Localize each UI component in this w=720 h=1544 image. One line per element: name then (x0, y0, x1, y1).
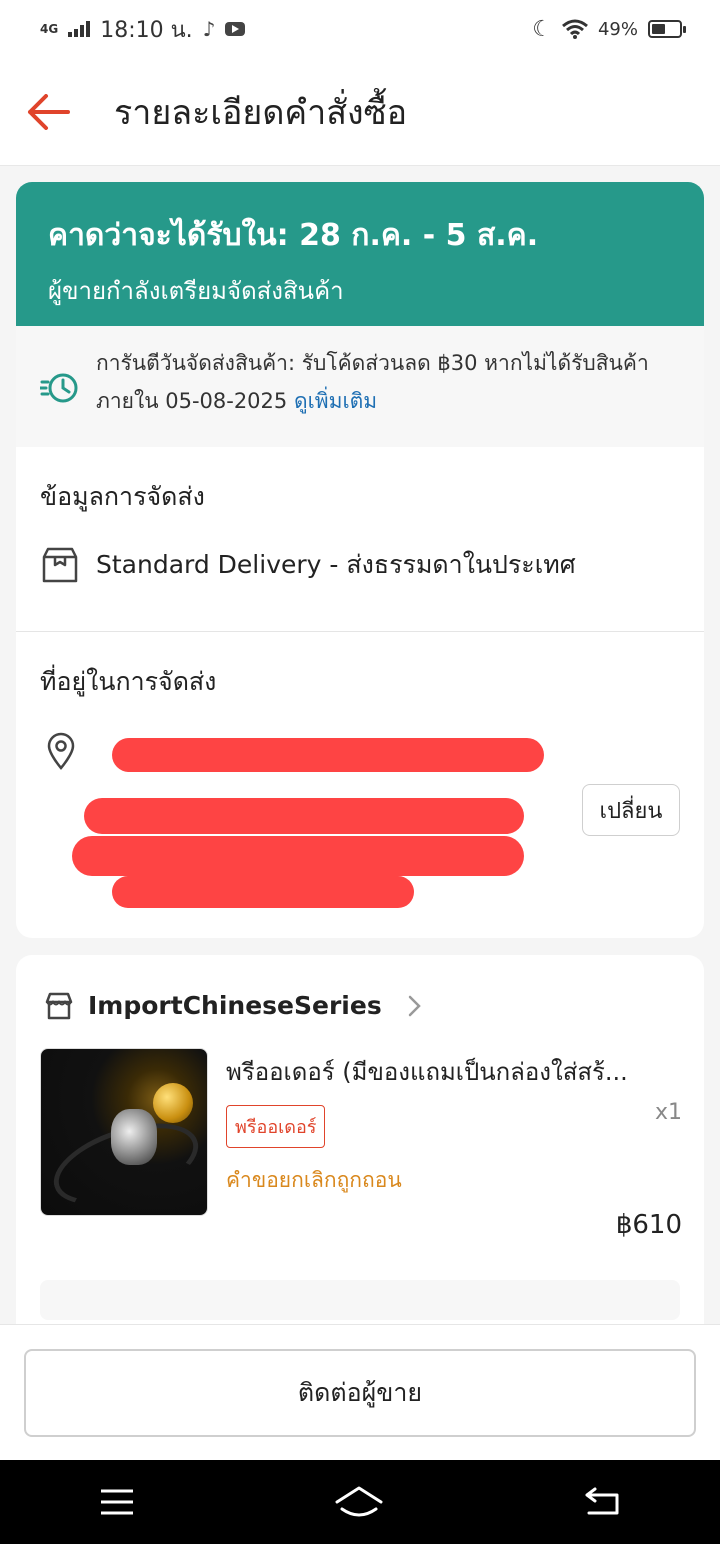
clock: 18:10 น. (100, 17, 193, 43)
status-left: 4G 18:10 น. ♪ (40, 12, 246, 47)
menu-icon[interactable] (99, 1488, 135, 1516)
shipping-info-title: ข้อมูลการจัดส่ง (40, 482, 205, 511)
shipping-info-section: ข้อมูลการจัดส่ง Standard Delivery - ส่งธ… (16, 447, 704, 631)
product-price: ฿610 (615, 1210, 682, 1240)
shop-order-card: ImportChineseSeries พรีออเดอร์ (มีของแถม… (16, 955, 704, 1335)
product-name: พรีออเดอร์ (มีของแถมเป็นกล่องใส่สร้... (226, 1058, 628, 1086)
page-title: รายละเอียดคำสั่งซื้อ (114, 92, 408, 133)
redaction-mark (112, 876, 414, 908)
address-section: ที่อยู่ในการจัดส่ง (16, 632, 704, 702)
product-guarantee-peek (40, 1280, 680, 1320)
package-icon (42, 547, 78, 583)
chevron-right-icon (408, 995, 421, 1016)
delivery-method: Standard Delivery - ส่งธรรมดาในประเทศ (96, 550, 576, 579)
battery-percent: 49% (597, 18, 638, 40)
eta-date: คาดว่าจะได้รับใน: 28 ก.ค. - 5 ส.ค. (48, 218, 539, 253)
cancel-request-status: คำขอยกเลิกถูกถอน (226, 1168, 402, 1192)
youtube-icon (225, 22, 246, 36)
shop-icon (45, 992, 73, 1019)
shop-name: ImportChineseSeries (88, 991, 382, 1020)
product-image-detail (111, 1109, 157, 1165)
delivery-method-row: Standard Delivery - ส่งธรรมดาในประเทศ (40, 545, 680, 585)
eta-status: ผู้ขายกำลังเตรียมจัดส่งสินค้า (48, 277, 344, 305)
see-more-link[interactable]: ดูเพิ่มเติม (294, 389, 377, 413)
battery-icon (648, 20, 686, 38)
location-pin-icon (47, 732, 75, 770)
redaction-mark (84, 798, 524, 834)
change-address-button[interactable]: เปลี่ยน (582, 784, 680, 836)
guarantee-text: การันตีวันจัดส่งสินค้า: รับโค้ดส่วนลด ฿3… (96, 344, 674, 427)
back-button[interactable] (0, 58, 96, 166)
bottom-action-bar: ติดต่อผู้ขาย (0, 1324, 720, 1460)
product-image-detail (153, 1083, 193, 1123)
signal-icon (68, 21, 91, 37)
back-arrow-icon (28, 93, 70, 130)
address-block: เปลี่ยน (16, 732, 704, 922)
address-title: ที่อยู่ในการจัดส่ง (40, 667, 217, 696)
shop-header[interactable]: ImportChineseSeries (16, 955, 704, 1020)
product-quantity: x1 (654, 1100, 682, 1125)
moon-icon: ☾ (532, 16, 552, 42)
product-info: พรีออเดอร์ (มีของแถมเป็นกล่องใส่สร้... พ… (226, 1048, 682, 1280)
app-header: รายละเอียดคำสั่งซื้อ (0, 58, 720, 166)
product-item[interactable]: พรีออเดอร์ (มีของแถมเป็นกล่องใส่สร้... พ… (16, 1020, 704, 1280)
home-icon[interactable] (334, 1485, 384, 1519)
network-type: 4G (40, 22, 59, 36)
redaction-mark (72, 836, 524, 876)
preorder-tag: พรีออเดอร์ (226, 1105, 326, 1148)
order-status-card: คาดว่าจะได้รับใน: 28 ก.ค. - 5 ส.ค. ผู้ขา… (16, 182, 704, 938)
system-nav-bar (0, 1460, 720, 1544)
delivery-guarantee: การันตีวันจัดส่งสินค้า: รับโค้ดส่วนลด ฿3… (16, 326, 704, 447)
tiktok-icon: ♪ (202, 17, 216, 41)
contact-seller-button[interactable]: ติดต่อผู้ขาย (24, 1349, 696, 1437)
product-thumbnail (40, 1048, 208, 1216)
status-bar: 4G 18:10 น. ♪ ☾ 49% (0, 0, 720, 58)
eta-banner: คาดว่าจะได้รับใน: 28 ก.ค. - 5 ส.ค. ผู้ขา… (16, 182, 704, 326)
redaction-mark (112, 738, 544, 772)
fast-clock-icon (40, 373, 78, 403)
back-nav-icon[interactable] (583, 1487, 621, 1517)
wifi-icon (562, 19, 588, 39)
status-right: ☾ 49% (532, 16, 686, 42)
